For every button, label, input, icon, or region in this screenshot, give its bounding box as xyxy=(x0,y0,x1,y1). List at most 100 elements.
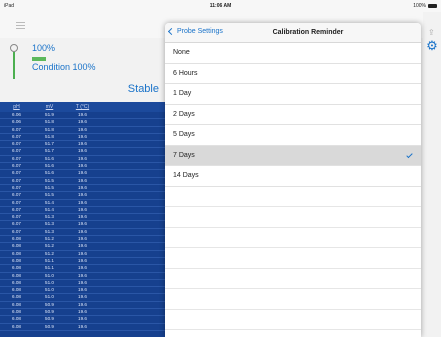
cell-ph: 6.08 xyxy=(12,287,21,293)
cell-mv: 51.0 xyxy=(45,272,54,278)
cell-mv: 50.9 xyxy=(45,323,54,329)
table-row: 6.08 50.9 19.6 xyxy=(0,324,165,331)
table-row: 6.08 51.1 19.6 xyxy=(0,257,165,266)
cell-mv: 51.8 xyxy=(45,133,54,139)
cell-temp: 19.6 xyxy=(78,228,87,234)
table-row: 6.07 51.3 19.6 xyxy=(0,228,165,237)
cell-ph: 6.08 xyxy=(12,294,21,300)
option-label: 6 Hours xyxy=(173,69,198,77)
table-row: 6.07 51.5 19.6 xyxy=(0,178,165,185)
option-label: None xyxy=(173,49,190,56)
empty-row xyxy=(165,269,421,289)
table-row: 6.08 51.0 19.6 xyxy=(0,294,165,302)
cell-ph: 6.07 xyxy=(12,206,21,212)
probe-stem-indicator xyxy=(13,52,15,79)
battery-icon xyxy=(428,4,437,8)
empty-rows xyxy=(165,187,421,330)
cell-ph: 6.08 xyxy=(12,257,21,263)
cell-ph: 6.08 xyxy=(12,250,21,256)
cell-mv: 50.9 xyxy=(45,301,54,307)
cell-ph: 6.07 xyxy=(12,221,21,227)
gear-icon[interactable]: ⚙ xyxy=(425,39,439,53)
menu-icon[interactable] xyxy=(16,22,25,29)
readings-table[interactable]: 6.06 51.9 19.6 6.06 51.8 19.6 6.07 51.8 19.6 6.07… xyxy=(0,112,165,337)
cell-mv: 51.2 xyxy=(45,243,54,249)
cell-temp: 19.6 xyxy=(78,272,87,278)
table-row: 6.08 51.2 19.6 xyxy=(0,251,165,258)
clock: 11:06 AM xyxy=(209,3,232,9)
empty-row xyxy=(165,310,421,330)
cell-temp: 19.6 xyxy=(78,250,87,256)
option-none[interactable]: None xyxy=(165,43,421,64)
cell-ph: 6.07 xyxy=(12,133,21,139)
cell-temp: 19.6 xyxy=(78,170,87,176)
option-1-day[interactable]: 1 Day xyxy=(165,84,421,105)
empty-row xyxy=(165,248,421,269)
cell-ph: 6.07 xyxy=(12,126,21,132)
empty-row xyxy=(165,289,421,310)
table-row: 6.07 51.3 19.6 xyxy=(0,214,165,222)
cell-temp: 19.6 xyxy=(78,221,87,227)
column-header-temp[interactable]: T (°C) xyxy=(66,102,99,112)
column-header-mv[interactable]: mV xyxy=(33,102,66,112)
cell-ph: 6.06 xyxy=(12,119,21,125)
empty-row xyxy=(165,207,421,228)
right-toolbar: ⇪ ⚙ xyxy=(423,12,441,337)
option-5-days[interactable]: 5 Days xyxy=(165,125,421,146)
table-row: 6.08 51.0 19.6 xyxy=(0,287,165,295)
cell-mv: 51.3 xyxy=(45,228,54,234)
stability-status: Stable xyxy=(127,83,159,95)
table-row: 6.07 51.8 19.6 xyxy=(0,133,165,142)
option-label: 14 Days xyxy=(173,172,199,179)
cell-mv: 51.8 xyxy=(45,119,54,125)
cell-ph: 6.08 xyxy=(12,236,21,242)
table-row: 6.06 51.9 19.6 xyxy=(0,112,165,120)
cell-ph: 6.08 xyxy=(12,265,21,271)
cell-mv: 51.1 xyxy=(45,257,54,263)
cell-temp: 19.6 xyxy=(78,294,87,300)
cell-temp: 19.6 xyxy=(78,279,87,285)
cell-temp: 19.6 xyxy=(78,126,87,132)
table-row: 6.07 51.3 19.6 xyxy=(0,221,165,229)
option-2-days[interactable]: 2 Days xyxy=(165,104,421,125)
option-label: 7 Days xyxy=(173,151,195,159)
table-row: 6.07 51.4 19.6 xyxy=(0,200,165,207)
cell-mv: 51.1 xyxy=(45,265,54,271)
calibration-reminder-popover: Probe Settings Calibration Reminder None… xyxy=(165,23,421,337)
cell-mv: 51.4 xyxy=(45,199,54,205)
table-row: 6.07 51.6 19.6 xyxy=(0,163,165,171)
cell-ph: 6.07 xyxy=(12,199,21,205)
table-row: 6.08 50.9 19.6 xyxy=(0,309,165,317)
cell-temp: 19.6 xyxy=(78,265,87,271)
cell-mv: 51.0 xyxy=(45,279,54,285)
checkmark-icon xyxy=(406,151,413,158)
cell-temp: 19.6 xyxy=(78,323,87,329)
table-row: 6.07 51.8 19.6 xyxy=(0,127,165,134)
table-row: 6.08 51.0 19.6 xyxy=(0,279,165,288)
table-row: 6.07 51.4 19.6 xyxy=(0,206,165,215)
cell-mv: 51.7 xyxy=(45,148,54,154)
cell-mv: 51.6 xyxy=(45,155,54,161)
popover-title: Calibration Reminder xyxy=(272,29,344,36)
probe-condition-label: Condition 100% xyxy=(32,62,96,72)
cell-ph: 6.07 xyxy=(12,170,21,176)
empty-row xyxy=(165,228,421,248)
cell-ph: 6.08 xyxy=(12,323,21,329)
table-row: 6.07 51.7 19.6 xyxy=(0,148,165,156)
share-icon[interactable]: ⇪ xyxy=(428,28,436,37)
cell-mv: 51.2 xyxy=(45,236,54,242)
cell-temp: 19.6 xyxy=(78,301,87,307)
column-header-ph[interactable]: pH xyxy=(0,102,33,112)
cell-ph: 6.07 xyxy=(12,155,21,161)
cell-temp: 19.6 xyxy=(78,243,87,249)
option-14-days[interactable]: 14 Days xyxy=(165,166,421,187)
option-7-days[interactable]: 7 Days xyxy=(165,145,421,166)
cell-temp: 19.6 xyxy=(78,236,87,242)
cell-temp: 19.6 xyxy=(78,199,87,205)
cell-temp: 19.6 xyxy=(78,177,87,183)
table-row: 6.08 50.9 19.6 xyxy=(0,301,165,310)
cell-temp: 19.6 xyxy=(78,257,87,263)
option-6-hours[interactable]: 6 Hours xyxy=(165,63,421,84)
probe-condition: Condition 100% xyxy=(32,56,96,72)
cell-mv: 51.0 xyxy=(45,287,54,293)
